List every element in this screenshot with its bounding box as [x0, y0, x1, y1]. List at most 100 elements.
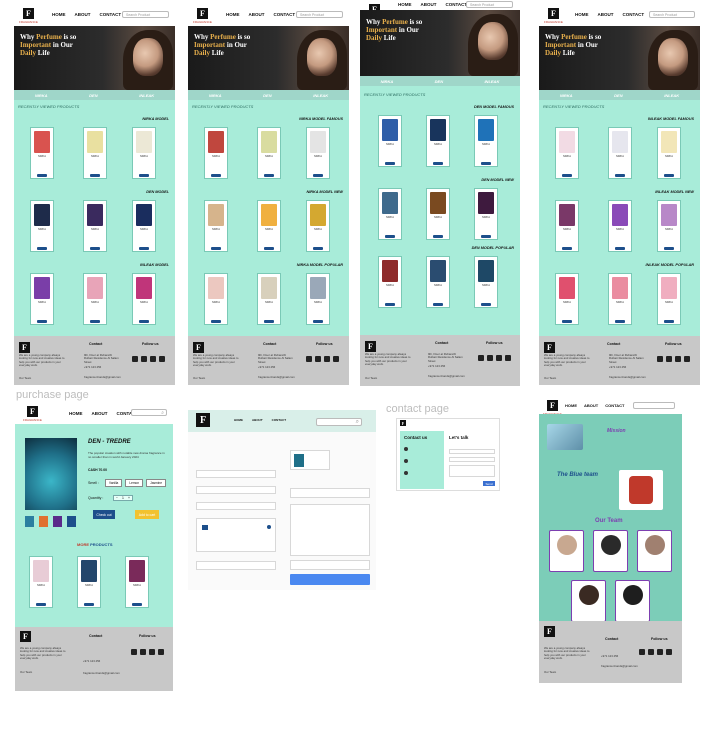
checkout-field[interactable] [196, 486, 276, 494]
buy-button[interactable] [562, 320, 572, 323]
twitter-icon[interactable] [315, 356, 321, 362]
buy-button[interactable] [90, 174, 100, 177]
product-card[interactable]: NIRKA [204, 127, 228, 179]
twitter-icon[interactable] [487, 355, 493, 361]
buy-button[interactable] [84, 603, 94, 606]
brand-logo[interactable]: F [400, 420, 406, 426]
nav-contact[interactable]: CONTACT [274, 12, 296, 17]
add-to-cart-button[interactable]: Add to cart [135, 510, 159, 519]
quantity-minus[interactable]: − [116, 496, 118, 500]
checkout-field[interactable] [196, 561, 276, 570]
product-card[interactable]: NIRKA [608, 273, 632, 325]
brand-logo[interactable]: FFRAGRANCE [193, 8, 212, 24]
buy-button[interactable] [211, 320, 221, 323]
product-card[interactable]: NIRKA [378, 256, 402, 308]
buy-button[interactable] [37, 174, 47, 177]
nav-home[interactable]: HOME [234, 418, 243, 422]
product-card[interactable]: NIRKA [474, 188, 498, 240]
buy-button[interactable] [385, 162, 395, 165]
smell-option-vanilla[interactable]: Vanilla [105, 479, 123, 487]
buy-button[interactable] [139, 174, 149, 177]
nav-home[interactable]: HOME [565, 403, 577, 408]
product-card[interactable]: NIRKA [30, 200, 54, 252]
radio-selected[interactable] [267, 525, 271, 529]
checkout-field[interactable] [290, 560, 370, 570]
brand-inleak[interactable]: INLEAK [313, 93, 328, 98]
buy-button[interactable] [481, 235, 491, 238]
nav-home[interactable]: HOME [226, 12, 240, 17]
buy-button[interactable] [37, 320, 47, 323]
nav-home[interactable]: HOME [69, 411, 83, 416]
nav-about[interactable]: ABOUT [249, 12, 265, 17]
brand-logo[interactable]: F [196, 413, 210, 427]
instagram-icon[interactable] [496, 355, 502, 361]
buy-button[interactable] [562, 174, 572, 177]
buy-button[interactable] [264, 174, 274, 177]
product-thumb[interactable] [25, 516, 34, 527]
twitter-icon[interactable] [666, 356, 672, 362]
product-card[interactable]: NIRKA [132, 273, 156, 325]
message-field[interactable] [449, 465, 495, 477]
nav-contact[interactable]: CONTACT [623, 12, 645, 17]
buy-button[interactable] [562, 247, 572, 250]
instagram-icon[interactable] [675, 356, 681, 362]
buy-button[interactable] [433, 235, 443, 238]
nav-contact[interactable]: CONTACT [605, 403, 624, 408]
product-card[interactable]: NIRKA [657, 273, 681, 325]
buy-button[interactable] [615, 247, 625, 250]
buy-button[interactable] [139, 320, 149, 323]
team-member-card[interactable] [571, 580, 606, 622]
product-card[interactable]: NIRKA [125, 556, 149, 608]
smell-option-lemon[interactable]: Lemon [125, 479, 144, 487]
search-input[interactable]: Search Product [122, 11, 169, 18]
youtube-icon[interactable] [666, 649, 672, 655]
product-card[interactable]: NIRKA [83, 127, 107, 179]
product-card[interactable]: NIRKA [306, 273, 330, 325]
product-card[interactable]: NIRKA [555, 273, 579, 325]
twitter-icon[interactable] [648, 649, 654, 655]
search-input[interactable]: ⌕ [131, 409, 167, 416]
brand-logo[interactable]: FFRAGRANCE [23, 406, 42, 422]
product-card[interactable]: NIRKA [555, 127, 579, 179]
brand-den[interactable]: DEN [614, 93, 622, 98]
product-card[interactable]: NIRKA [29, 556, 53, 608]
product-card[interactable]: NIRKA [474, 256, 498, 308]
product-card[interactable]: NIRKA [555, 200, 579, 252]
product-card[interactable]: NIRKA [657, 127, 681, 179]
buy-button[interactable] [90, 320, 100, 323]
buy-button[interactable] [664, 174, 674, 177]
name-field[interactable] [449, 449, 495, 454]
product-card[interactable]: NIRKA [257, 127, 281, 179]
nav-contact[interactable]: CONTACT [272, 418, 286, 422]
product-card[interactable]: NIRKA [474, 115, 498, 167]
buy-button[interactable] [313, 320, 323, 323]
brand-nirka[interactable]: NIRKA [35, 93, 48, 98]
buy-button[interactable] [481, 303, 491, 306]
product-card[interactable]: NIRKA [132, 200, 156, 252]
smell-option-jasmine[interactable]: Jasmine [146, 479, 166, 487]
buy-button[interactable] [264, 320, 274, 323]
product-card[interactable]: NIRKA [306, 200, 330, 252]
product-card[interactable]: NIRKA [257, 273, 281, 325]
buy-button[interactable] [385, 235, 395, 238]
buy-button[interactable] [313, 174, 323, 177]
buy-button[interactable] [615, 174, 625, 177]
payment-options[interactable] [196, 518, 276, 552]
youtube-icon[interactable] [684, 356, 690, 362]
team-member-card[interactable] [615, 580, 650, 622]
product-card[interactable]: NIRKA [132, 127, 156, 179]
facebook-icon[interactable] [132, 356, 138, 362]
team-member-card[interactable] [593, 530, 628, 572]
nav-about[interactable]: ABOUT [75, 12, 91, 17]
nav-home[interactable]: HOME [398, 2, 412, 7]
brand-logo[interactable]: FFRAGRANCE [19, 8, 38, 24]
product-card[interactable]: NIRKA [30, 273, 54, 325]
brand-nirka[interactable]: NIRKA [381, 79, 394, 84]
product-card[interactable]: NIRKA [204, 273, 228, 325]
brand-logo[interactable]: FFRAGRANCE [544, 8, 563, 24]
product-card[interactable]: NIRKA [608, 200, 632, 252]
buy-button[interactable] [139, 247, 149, 250]
quantity-stepper[interactable]: −1 + [113, 495, 133, 501]
buy-button[interactable] [264, 247, 274, 250]
brand-den[interactable]: DEN [89, 93, 97, 98]
